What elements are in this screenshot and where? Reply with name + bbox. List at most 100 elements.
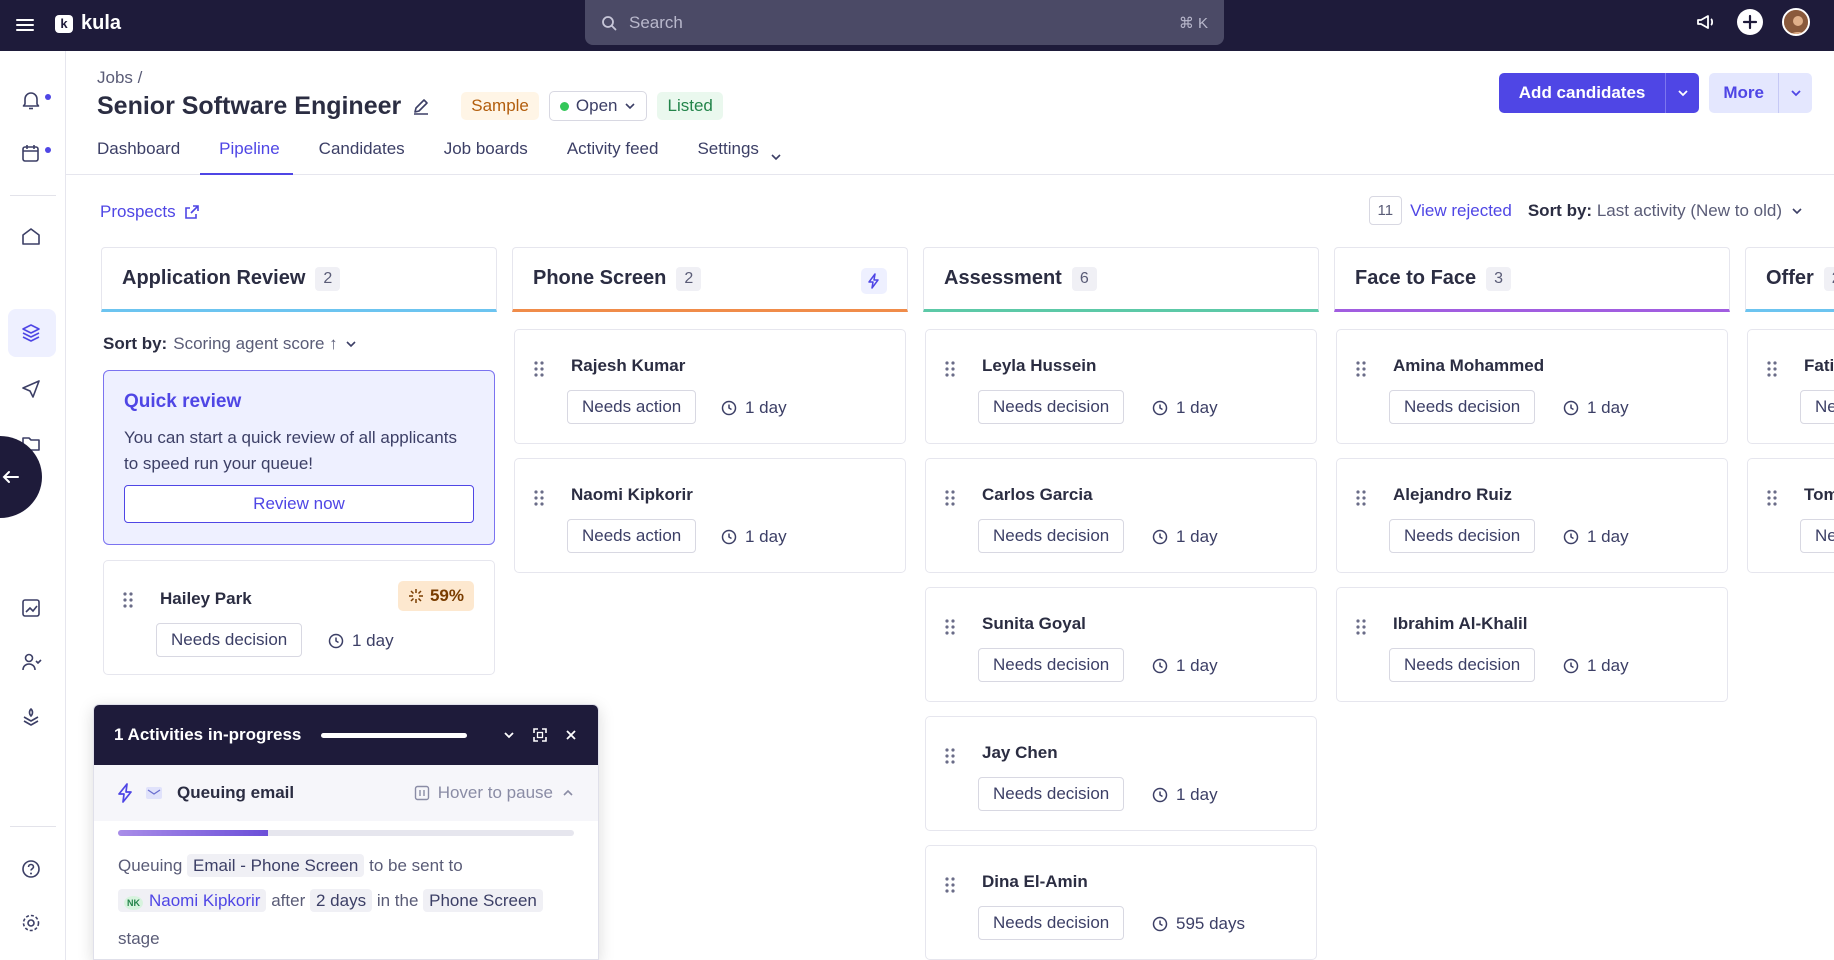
drag-handle-icon[interactable] [122,591,134,614]
quick-review-card: Quick review You can start a quick revie… [103,370,495,545]
status-badge: Needs decision [1389,648,1536,682]
tab-candidates[interactable]: Candidates [319,121,405,175]
candidate-card[interactable]: Leyla Hussein Needs decision 1 day [925,329,1317,444]
activity-text: in the [376,891,419,910]
candidate-card[interactable]: Jay Chen Needs decision 1 day [925,716,1317,831]
more-button[interactable]: More [1709,73,1778,113]
search-input[interactable]: Search ⌘ K [585,0,1224,45]
candidate-chip[interactable]: NK Naomi Kipkorir [118,889,267,912]
candidate-card[interactable]: Ibrahim Al-Khalil Needs decision 1 day [1336,587,1728,702]
notifications-icon[interactable] [19,88,43,112]
user-avatar[interactable] [1782,8,1810,36]
candidate-card[interactable]: Naomi Kipkorir Needs action 1 day [514,458,906,573]
drag-handle-icon[interactable] [533,360,545,383]
drag-handle-icon[interactable] [944,876,956,899]
candidate-card[interactable]: Fati Ne [1747,329,1834,444]
card-age-text: 1 day [1176,527,1218,546]
candidate-card[interactable]: Tom Ne [1747,458,1834,573]
activity-item-header[interactable]: Queuing email Hover to pause [94,765,598,821]
sort-dropdown[interactable]: Sort by: Last activity (New to old) [1528,201,1782,221]
candidate-card[interactable]: Amina Mohammed Needs decision 1 day [1336,329,1728,444]
status-badge: Needs decision [1389,519,1536,553]
quick-review-text: You can start a quick review of all appl… [124,428,457,473]
add-icon[interactable] [1736,8,1764,36]
candidate-card[interactable]: Hailey Park 59% Needs decision 1 day [103,560,495,675]
drag-handle-icon[interactable] [1355,618,1367,641]
card-age-text: 1 day [1587,527,1629,546]
external-link-icon [184,204,200,220]
candidate-card[interactable]: Dina El-Amin Needs decision 595 days [925,845,1317,960]
status-badge: Needs decision [1389,390,1536,424]
tab-settings[interactable]: Settings [697,121,782,175]
tab-dashboard[interactable]: Dashboard [97,121,180,175]
status-badge: Ne [1800,390,1834,424]
expand-icon[interactable] [532,727,548,743]
card-age: 1 day [1152,398,1218,418]
candidate-card[interactable]: Carlos Garcia Needs decision 1 day [925,458,1317,573]
activities-header-progress [321,732,468,738]
column-sort-dropdown[interactable]: Sort by: Scoring agent score ↑ [103,334,358,354]
chevron-down-icon[interactable] [1790,204,1804,218]
bolt-icon [117,783,133,803]
clock-icon [328,633,344,649]
announcements-icon[interactable] [1694,10,1718,34]
analytics-icon[interactable] [19,596,43,620]
sidebar-divider-bottom [10,826,56,827]
calendar-icon[interactable] [19,141,43,165]
automation-bolt-icon[interactable] [861,268,887,294]
more-dropdown[interactable] [1778,73,1812,113]
clock-icon [721,529,737,545]
review-now-button[interactable]: Review now [124,485,474,523]
drag-handle-icon[interactable] [533,489,545,512]
drag-handle-icon[interactable] [944,747,956,770]
job-status-dropdown[interactable]: Open [548,91,648,121]
hover-to-pause-label: Hover to pause [437,783,553,802]
activity-text: stage [118,929,160,948]
status-badge: Needs decision [156,623,303,657]
app-logo[interactable]: k kula [55,12,121,35]
add-candidates-dropdown[interactable] [1665,73,1699,113]
integrations-icon[interactable] [19,704,43,728]
tab-job-boards[interactable]: Job boards [444,121,528,175]
stage-chip[interactable]: Phone Screen [423,889,543,912]
send-icon[interactable] [19,377,43,401]
drag-handle-icon[interactable] [1766,360,1778,383]
drag-handle-icon[interactable] [1766,489,1778,512]
add-candidates-button[interactable]: Add candidates [1499,73,1666,113]
jobs-layers-icon[interactable] [19,321,43,345]
tab-activity-feed[interactable]: Activity feed [567,121,659,175]
drag-handle-icon[interactable] [944,360,956,383]
home-icon[interactable] [19,224,43,248]
card-age-text: 1 day [1176,785,1218,804]
prospects-link[interactable]: Prospects [100,202,200,222]
settings-gear-icon[interactable] [19,911,43,935]
candidate-card[interactable]: Rajesh Kumar Needs action 1 day [514,329,906,444]
candidate-name: Tom [1804,485,1834,504]
candidate-card[interactable]: Alejandro Ruiz Needs decision 1 day [1336,458,1728,573]
column-title: Offer [1766,267,1814,289]
people-icon[interactable] [19,650,43,674]
drag-handle-icon[interactable] [944,618,956,641]
chevron-down-icon[interactable] [502,728,516,742]
edit-pencil-icon[interactable] [411,96,431,116]
candidate-name: Leyla Hussein [982,356,1097,375]
drag-handle-icon[interactable] [944,489,956,512]
activity-text: to be sent to [369,856,463,875]
search-placeholder: Search [629,12,683,32]
drag-handle-icon[interactable] [1355,360,1367,383]
candidate-name: Jay Chen [982,743,1058,762]
tab-pipeline[interactable]: Pipeline [200,121,293,175]
email-template-chip[interactable]: Email - Phone Screen [187,854,365,877]
hamburger-menu-icon[interactable] [14,14,36,36]
card-age: 1 day [721,527,787,547]
column-header: Assessment 6 [923,247,1319,312]
help-icon[interactable] [19,857,43,881]
close-icon[interactable] [564,728,578,742]
activity-item-label: Queuing email [177,783,295,802]
view-rejected-link[interactable]: View rejected [1410,201,1512,221]
candidate-card[interactable]: Sunita Goyal Needs decision 1 day [925,587,1317,702]
breadcrumb[interactable]: Jobs / [97,68,142,88]
chevron-down-icon [1790,90,1801,97]
activities-title: 1 Activities in-progress [114,725,302,744]
drag-handle-icon[interactable] [1355,489,1367,512]
